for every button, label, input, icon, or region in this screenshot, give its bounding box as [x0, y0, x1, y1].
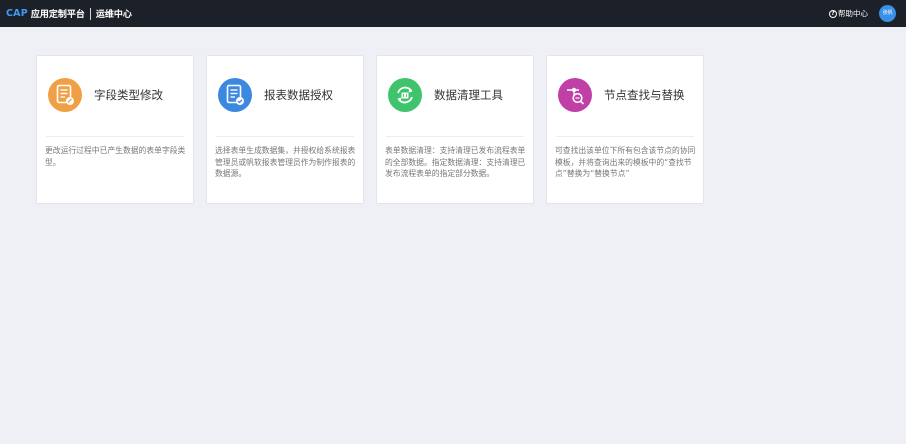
card-description: 更改运行过程中已产生数据的表单字段类型。: [45, 146, 186, 167]
brand[interactable]: CAP 应用定制平台 运维中心: [6, 7, 132, 20]
recycle-icon: [388, 78, 422, 112]
card-title: 报表数据授权: [264, 88, 333, 102]
card-node-find-replace[interactable]: 节点查找与替换 可查找出该单位下所有包含该节点的协同模板，并将查询出来的模板中的…: [546, 55, 704, 204]
card-title: 字段类型修改: [94, 88, 163, 102]
card-report-data-auth[interactable]: 报表数据授权 选择表单生成数据集，并授权给系统报表管理员或帆软报表管理员作为制作…: [206, 55, 364, 204]
document-edit-icon: [48, 78, 82, 112]
card-description: 表单数据清理：支持清理已发布流程表单的全部数据。指定数据清理：支持清理已发布流程…: [385, 146, 526, 178]
user-avatar[interactable]: 张帆: [879, 5, 896, 22]
cap-logo: CAP: [6, 8, 28, 19]
top-bar: CAP 应用定制平台 运维中心 ? 帮助中心 张帆: [0, 0, 906, 27]
card-description: 可查找出该单位下所有包含该节点的协同模板，并将查询出来的模板中的“查找节点”替换…: [555, 146, 696, 178]
question-circle-icon: ?: [829, 9, 837, 18]
card-field-type-change[interactable]: 字段类型修改 更改运行过程中已产生数据的表单字段类型。: [36, 55, 194, 204]
section-title: 运维中心: [95, 10, 132, 20]
card-title: 节点查找与替换: [604, 88, 685, 102]
help-center-label: 帮助中心: [838, 9, 868, 18]
card-description: 选择表单生成数据集，并授权给系统报表管理员或帆软报表管理员作为制作报表的数据源。: [215, 146, 356, 178]
card-title: 数据清理工具: [434, 88, 503, 102]
card-divider: [556, 136, 694, 137]
brand-divider: [89, 7, 91, 20]
tool-cards: 字段类型修改 更改运行过程中已产生数据的表单字段类型。 报表数据授权 选择表单生…: [36, 55, 704, 204]
card-data-clean-tool[interactable]: 数据清理工具 表单数据清理：支持清理已发布流程表单的全部数据。指定数据清理：支持…: [376, 55, 534, 204]
document-check-icon: [218, 78, 252, 112]
node-search-icon: [558, 78, 592, 112]
card-divider: [386, 136, 524, 137]
card-divider: [46, 136, 184, 137]
app-name: 应用定制平台: [30, 10, 85, 20]
card-divider: [216, 136, 354, 137]
help-center-link[interactable]: ? 帮助中心: [829, 8, 868, 19]
